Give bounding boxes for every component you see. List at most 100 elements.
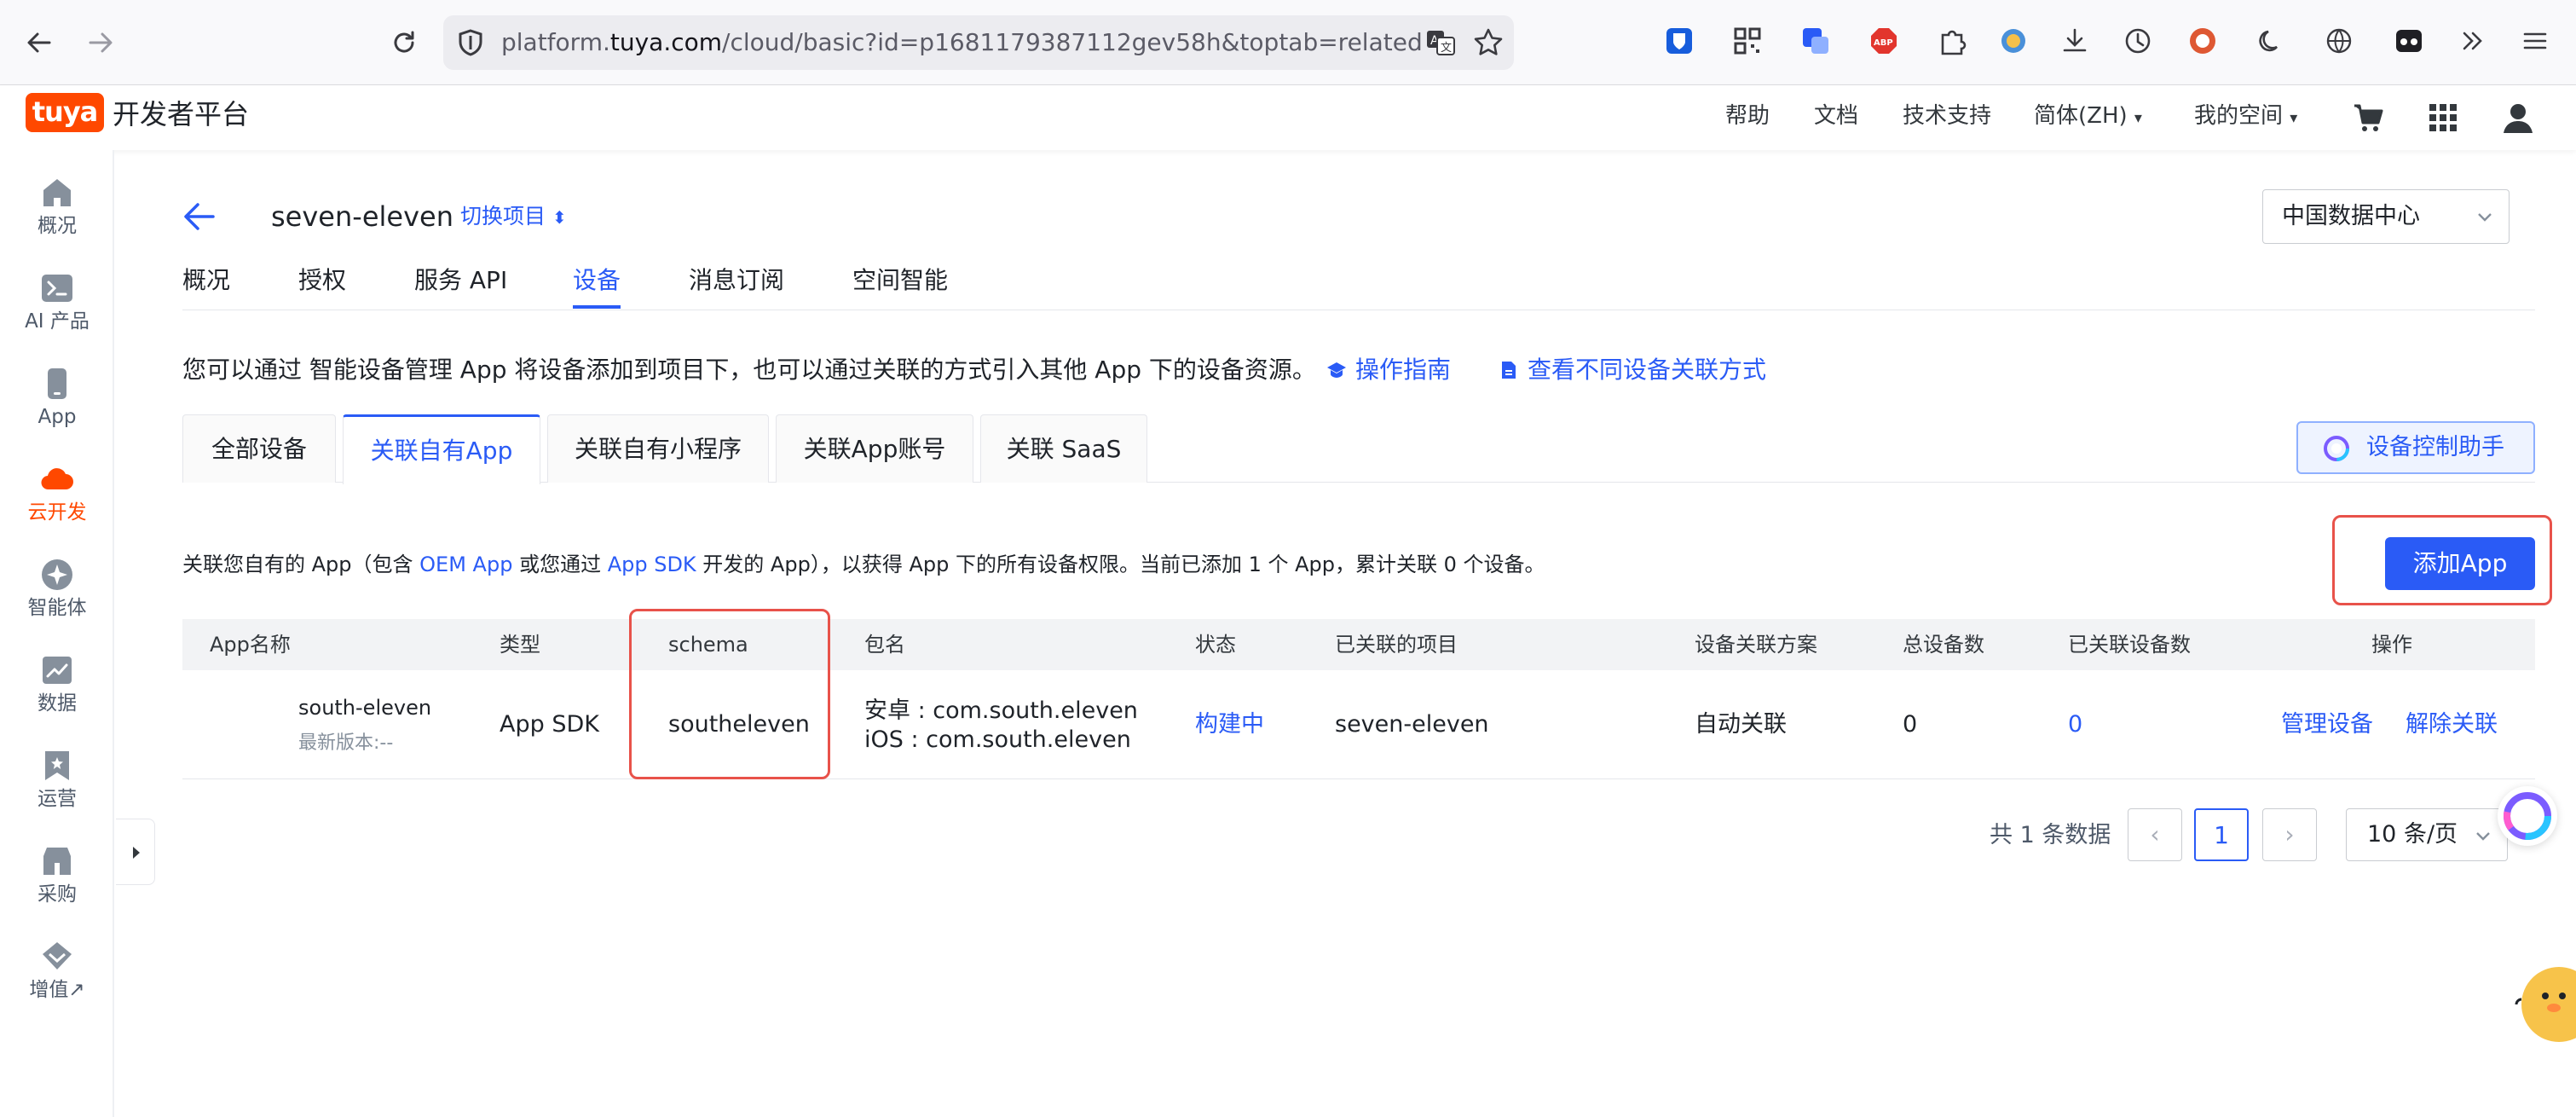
col-actions: 操作 (2371, 633, 2412, 657)
help-link[interactable]: 帮助 (1725, 99, 1770, 133)
sidebar-item-label: 云开发 (27, 501, 87, 524)
dark-mode-icon[interactable] (2254, 24, 2288, 58)
subtab-own-app[interactable]: 关联自有App (343, 414, 540, 484)
sidebar-item-label: 数据 (38, 692, 77, 715)
tech-support-link[interactable]: 技术支持 (1903, 99, 1991, 133)
association-methods-link[interactable]: 查看不同设备关联方式 (1499, 353, 1766, 387)
caret-right-icon (133, 847, 140, 859)
sidebar-item-agent[interactable]: 智能体 (0, 532, 114, 619)
assistant-orb-icon (2324, 436, 2349, 461)
tab-overview[interactable]: 概况 (182, 261, 230, 300)
linked-project: seven-eleven (1335, 711, 1489, 738)
package-ios: iOS : com.south.eleven (864, 726, 1131, 753)
bookmark-icon (40, 749, 74, 783)
col-status: 状态 (1195, 633, 1236, 657)
terminal-icon (40, 271, 74, 305)
switch-project-button[interactable]: 切换项目 ⬍ (460, 201, 567, 233)
region-select[interactable]: 中国数据中心 (2262, 189, 2510, 244)
reload-icon[interactable] (382, 20, 426, 65)
download-icon[interactable] (2058, 24, 2092, 58)
table-row: south-eleven 最新版本:-- App SDK southeleven… (182, 670, 2535, 779)
tab-authorization[interactable]: 授权 (298, 261, 346, 300)
tab-devices[interactable]: 设备 (573, 261, 621, 309)
home-icon (40, 176, 74, 210)
device-control-assistant-button[interactable]: 设备控制助手 (2296, 421, 2535, 474)
total-count: 共 1 条数据 (1990, 822, 2111, 848)
address-bar[interactable]: platform.tuya.com/cloud/basic?id=p168117… (443, 15, 1514, 70)
translate-icon[interactable]: A文 (1424, 26, 1458, 60)
graduation-cap-icon (1327, 362, 1346, 378)
sub-tabs: 全部设备 关联自有App 关联自有小程序 关联App账号 关联 SaaS (182, 414, 2535, 484)
operation-guide-link[interactable]: 操作指南 (1326, 353, 1451, 387)
tampermonkey-icon[interactable] (2392, 24, 2426, 58)
agent-icon (40, 558, 74, 592)
floating-assistant-icon[interactable] (2498, 786, 2557, 846)
sidebar-expand-button[interactable] (116, 819, 155, 885)
my-space-dropdown[interactable]: 我的空间 ▾ (2194, 99, 2297, 136)
package-android: 安卓 : com.south.eleven (864, 697, 1138, 724)
next-page-button[interactable]: › (2262, 808, 2317, 861)
tab-service-api[interactable]: 服务 API (414, 261, 507, 300)
prev-page-button[interactable]: ‹ (2128, 808, 2182, 861)
sidebar-item-label: 智能体 (27, 597, 87, 619)
sidebar-item-operations[interactable]: 运营 (0, 723, 114, 810)
back-arrow-icon[interactable] (181, 198, 218, 235)
app-sdk-link[interactable]: App SDK (608, 553, 696, 576)
col-association-scheme: 设备关联方案 (1695, 633, 1817, 657)
col-app-name: App名称 (210, 633, 291, 657)
platform-title: 开发者平台 (113, 98, 250, 130)
sidebar-item-purchase[interactable]: 采购 (0, 819, 114, 906)
page-number-button[interactable]: 1 (2194, 808, 2249, 861)
sidebar-item-value-added[interactable]: 增值↗ (0, 914, 114, 1001)
tab-space-intelligence[interactable]: 空间智能 (852, 261, 948, 300)
svg-text:ABP: ABP (1874, 38, 1893, 48)
sidebar-item-ai-product[interactable]: AI 产品 (0, 246, 114, 333)
star-icon[interactable] (1471, 26, 1505, 60)
sidebar-item-overview[interactable]: 概况 (0, 150, 114, 237)
app-version: 最新版本:-- (298, 732, 394, 754)
docs-link[interactable]: 文档 (1814, 99, 1858, 133)
sidebar-item-cloud-dev[interactable]: 云开发 (0, 437, 114, 524)
qr-code-icon[interactable] (1730, 24, 1765, 58)
history-icon[interactable] (2121, 24, 2155, 58)
subtab-own-miniprogram[interactable]: 关联自有小程序 (547, 414, 769, 483)
bitwarden-icon[interactable] (1662, 24, 1696, 58)
tuya-logo[interactable]: tuya (26, 93, 104, 132)
page-size-select[interactable]: 10 条/页 (2346, 808, 2508, 861)
user-avatar-icon[interactable] (2501, 101, 2535, 135)
globe-ext-icon[interactable] (1996, 24, 2030, 58)
duckduckgo-icon[interactable] (2186, 24, 2220, 58)
document-icon (1502, 362, 1516, 379)
adblock-icon[interactable]: ABP (1867, 24, 1901, 58)
phone-icon (40, 367, 74, 401)
device-description: 您可以通过 智能设备管理 App 将设备添加到项目下，也可以通过关联的方式引入其… (182, 356, 1316, 384)
subtab-saas[interactable]: 关联 SaaS (980, 414, 1147, 483)
schema-highlight (629, 609, 830, 779)
forward-arrow-icon[interactable] (78, 20, 123, 65)
overflow-chevron-icon[interactable] (2455, 24, 2489, 58)
menu-icon[interactable] (2518, 24, 2552, 58)
oem-app-link[interactable]: OEM App (419, 553, 512, 576)
tab-message-subscription[interactable]: 消息订阅 (689, 261, 784, 300)
apps-grid-icon[interactable] (2426, 101, 2460, 135)
build-status[interactable]: 构建中 (1195, 709, 1264, 740)
web-icon[interactable] (2322, 24, 2356, 58)
chevron-down-icon (2476, 832, 2490, 841)
extensions-icon[interactable] (1935, 24, 1969, 58)
add-app-button[interactable]: 添加App (2385, 537, 2535, 590)
back-arrow-icon[interactable] (17, 20, 61, 65)
language-dropdown[interactable]: 简体(ZH) ▾ (2034, 99, 2142, 136)
translator-icon[interactable] (1799, 24, 1833, 58)
subtab-all-devices[interactable]: 全部设备 (182, 414, 336, 483)
top-tabs: 概况 授权 服务 API 设备 消息订阅 空间智能 (182, 261, 2535, 310)
sidebar-item-data[interactable]: 数据 (0, 628, 114, 715)
mascot-helper-icon[interactable] (2510, 958, 2576, 1049)
col-linked-project: 已关联的项目 (1335, 633, 1458, 657)
unlink-link[interactable]: 解除关联 (2406, 709, 2498, 740)
cart-icon[interactable] (2351, 101, 2385, 135)
subtab-app-account[interactable]: 关联App账号 (776, 414, 973, 483)
sidebar-item-app[interactable]: App (0, 341, 114, 428)
manage-devices-link[interactable]: 管理设备 (2281, 709, 2373, 740)
association-scheme: 自动关联 (1695, 711, 1787, 738)
linked-devices-count[interactable]: 0 (2068, 709, 2082, 740)
